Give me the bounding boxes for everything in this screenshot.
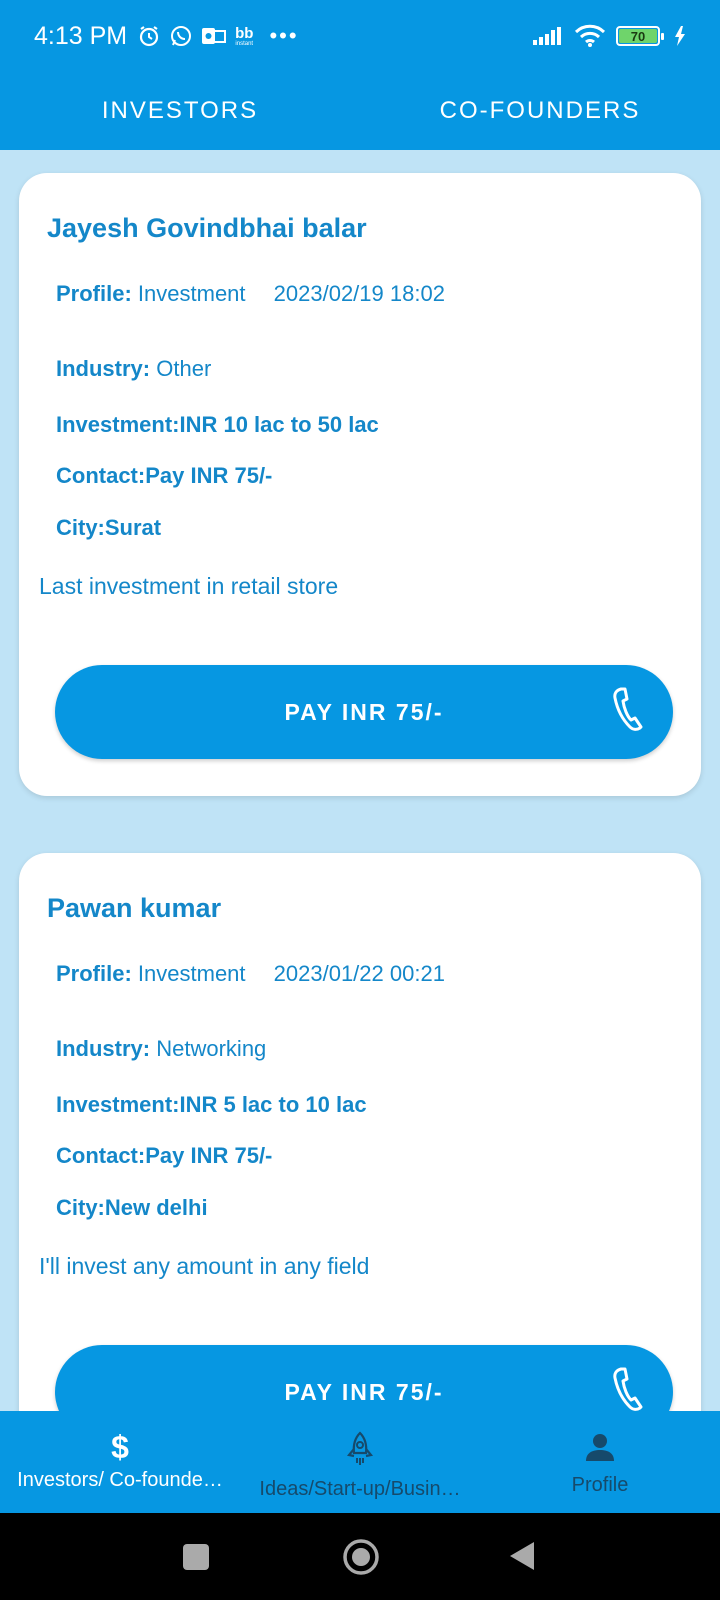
nav-ideas-label: Ideas/Start-up/Busin… bbox=[259, 1478, 461, 1500]
profile-label: Profile: bbox=[56, 961, 132, 986]
investor-card: Pawan kumar Profile: Investment 2023/01/… bbox=[19, 853, 701, 1493]
tab-investors-label: INVESTORS bbox=[101, 97, 259, 124]
whatsapp-icon bbox=[169, 24, 193, 48]
industry-value: Other bbox=[156, 356, 212, 381]
profile-value: Investment bbox=[137, 961, 246, 986]
top-tabs: INVESTORS CO-FOUNDERS bbox=[0, 72, 720, 150]
alarm-icon bbox=[137, 24, 161, 48]
bottom-nav: $ Investors/ Co-founde… Ideas/Start-up/B… bbox=[0, 1411, 720, 1513]
bb-instant-label: bb bbox=[235, 24, 254, 42]
investment-range: Investment:INR 5 lac to 10 lac bbox=[56, 1092, 367, 1117]
nav-investors-label: Investors/ Co-founde… bbox=[17, 1469, 223, 1491]
nav-ideas-startups[interactable]: Ideas/Start-up/Busin… bbox=[240, 1411, 480, 1513]
profile-row: Profile: Investment 2023/02/19 18:02 bbox=[56, 281, 445, 307]
signal-icon bbox=[532, 26, 564, 46]
charging-bolt-icon bbox=[674, 26, 686, 46]
status-bar: 4:13 PM bb instant ••• 70 bbox=[0, 0, 720, 72]
industry-row: Industry: Other bbox=[56, 356, 211, 382]
nav-investors-cofounders[interactable]: $ Investors/ Co-founde… bbox=[0, 1411, 240, 1513]
investor-description: Last investment in retail store bbox=[39, 573, 339, 599]
more-dots-icon: ••• bbox=[269, 23, 299, 48]
dollar-icon: $ bbox=[111, 1429, 129, 1465]
tab-co-founders-label: CO-FOUNDERS bbox=[439, 97, 641, 124]
wifi-icon bbox=[574, 24, 606, 48]
industry-value: Networking bbox=[156, 1036, 267, 1061]
investor-name: Jayesh Govindbhai balar bbox=[47, 213, 367, 243]
investor-name: Pawan kumar bbox=[47, 893, 222, 923]
pay-contact-button[interactable]: PAY INR 75/- bbox=[55, 665, 673, 759]
tab-investors[interactable]: INVESTORS bbox=[0, 72, 360, 150]
battery-icon: 70 bbox=[616, 26, 664, 46]
nav-profile-label: Profile bbox=[571, 1474, 629, 1496]
posted-date: 2023/02/19 18:02 bbox=[273, 281, 445, 306]
back-button[interactable] bbox=[508, 1540, 536, 1577]
pay-button-label: PAY INR 75/- bbox=[284, 1378, 444, 1405]
investor-description: I'll invest any amount in any field bbox=[39, 1253, 370, 1279]
pay-button-label: PAY INR 75/- bbox=[284, 698, 444, 725]
phone-icon bbox=[613, 687, 643, 737]
bb-instant-icon: bb instant bbox=[235, 26, 253, 47]
system-nav-bar bbox=[0, 1513, 720, 1600]
battery-level: 70 bbox=[619, 29, 657, 44]
recent-apps-button[interactable] bbox=[182, 1543, 210, 1576]
contact-info: Contact:Pay INR 75/- bbox=[56, 1143, 273, 1168]
status-time: 4:13 PM bbox=[34, 21, 128, 50]
person-icon bbox=[584, 1431, 616, 1468]
phone-icon bbox=[613, 1367, 643, 1417]
home-button[interactable] bbox=[342, 1538, 380, 1581]
status-left: 4:13 PM bb instant ••• bbox=[34, 22, 299, 51]
bb-instant-sublabel: instant bbox=[235, 40, 254, 47]
investment-range: Investment:INR 10 lac to 50 lac bbox=[56, 412, 379, 437]
outlook-icon bbox=[201, 25, 227, 47]
tab-co-founders[interactable]: CO-FOUNDERS bbox=[360, 72, 720, 150]
industry-row: Industry: Networking bbox=[56, 1036, 266, 1062]
status-right: 70 bbox=[532, 24, 686, 48]
city-info: City:Surat bbox=[56, 515, 162, 540]
profile-row: Profile: Investment 2023/01/22 00:21 bbox=[56, 961, 445, 987]
profile-value: Investment bbox=[137, 281, 246, 306]
investor-card: Jayesh Govindbhai balar Profile: Investm… bbox=[19, 173, 701, 796]
city-info: City:New delhi bbox=[56, 1195, 208, 1220]
posted-date: 2023/01/22 00:21 bbox=[273, 961, 445, 986]
rocket-icon bbox=[345, 1431, 375, 1472]
contact-info: Contact:Pay INR 75/- bbox=[56, 463, 273, 488]
profile-label: Profile: bbox=[56, 281, 132, 306]
industry-label: Industry: bbox=[56, 356, 151, 381]
nav-profile[interactable]: Profile bbox=[480, 1411, 720, 1513]
industry-label: Industry: bbox=[56, 1036, 151, 1061]
